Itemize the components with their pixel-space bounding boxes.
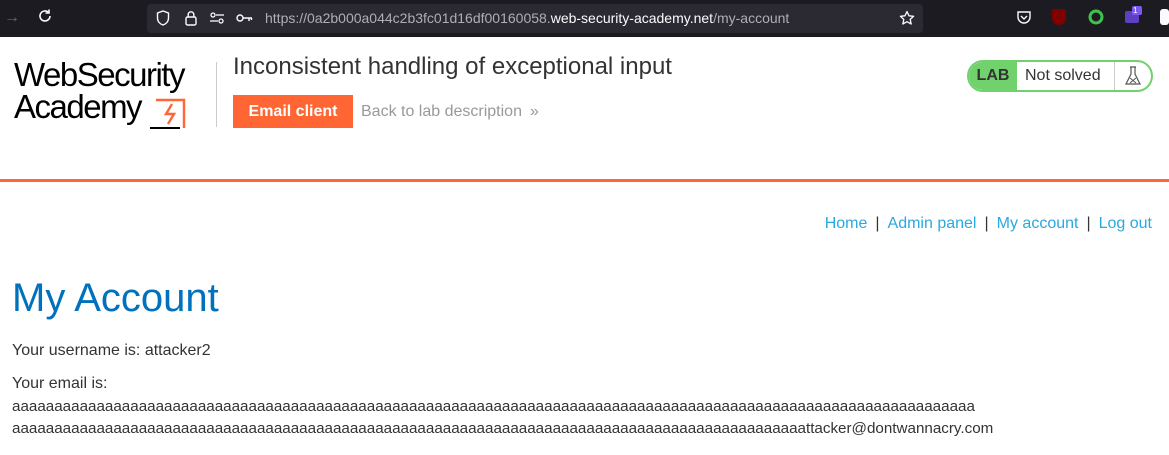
lab-title: Inconsistent handling of exceptional inp… — [233, 53, 672, 80]
nav-separator: | — [875, 215, 880, 232]
nav-separator: | — [984, 215, 989, 232]
url-text[interactable]: https://0a2b000a044c2b3fc01d16df00160058… — [265, 10, 789, 27]
extension-green-icon[interactable] — [1088, 9, 1104, 25]
ublock-icon[interactable] — [1052, 9, 1066, 25]
lab-status-text: Not solved — [1025, 67, 1101, 84]
nav-admin-panel-link[interactable]: Admin panel — [888, 215, 977, 232]
flask-icon — [1114, 62, 1151, 90]
username-text: Your username is: attacker2 — [12, 342, 211, 359]
pocket-icon[interactable] — [1016, 9, 1032, 25]
web-security-academy-logo[interactable]: WebSecurity Academy — [14, 58, 214, 130]
logo-line1: WebSecurity — [14, 56, 185, 93]
logo-line2: Academy — [14, 88, 143, 125]
permissions-icon[interactable] — [209, 10, 225, 26]
header-divider — [0, 179, 1169, 182]
key-icon[interactable] — [235, 10, 253, 26]
logo-divider — [216, 62, 217, 127]
double-chevron-right-icon: » — [529, 103, 539, 120]
page-title: My Account — [12, 276, 219, 320]
nav-separator: | — [1086, 215, 1091, 232]
extension-purple-icon[interactable]: 1 — [1124, 5, 1142, 25]
nav-my-account-link[interactable]: My account — [997, 215, 1079, 232]
email-value-line2: aaaaaaaaaaaaaaaaaaaaaaaaaaaaaaaaaaaaaaaa… — [12, 420, 994, 437]
logo-flame-icon — [150, 98, 186, 129]
account-nav: Home | Admin panel | My account | Log out — [825, 214, 1152, 233]
extension-badge: 1 — [1133, 6, 1138, 15]
back-arrow-icon[interactable]: → — [2, 8, 22, 28]
bookmark-star-icon[interactable] — [899, 10, 915, 26]
address-bar[interactable]: https://0a2b000a044c2b3fc01d16df00160058… — [147, 4, 923, 33]
email-label: Your email is: — [12, 375, 108, 392]
email-value-line1: aaaaaaaaaaaaaaaaaaaaaaaaaaaaaaaaaaaaaaaa… — [12, 398, 975, 415]
reload-icon[interactable] — [35, 8, 55, 28]
browser-toolbar: → https://0a2b000a044c2b3fc01d16df001600… — [0, 0, 1169, 37]
email-client-button[interactable]: Email client — [233, 95, 353, 128]
lab-badge: LAB — [969, 62, 1017, 90]
shield-icon[interactable] — [155, 10, 171, 26]
nav-log-out-link[interactable]: Log out — [1099, 215, 1152, 232]
lab-status-widget[interactable]: LAB Not solved — [967, 60, 1153, 92]
lock-icon[interactable] — [183, 10, 199, 26]
extension-m-icon[interactable] — [1160, 9, 1169, 25]
back-link-label: Back to lab description — [361, 103, 522, 120]
nav-home-link[interactable]: Home — [825, 215, 868, 232]
back-to-lab-description-link[interactable]: Back to lab description » — [361, 102, 539, 121]
